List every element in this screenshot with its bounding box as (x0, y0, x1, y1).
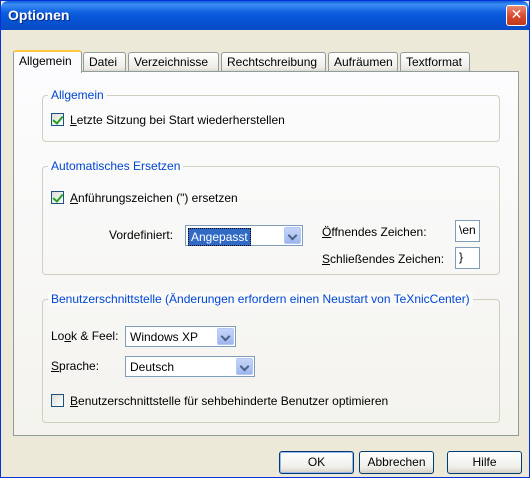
language-label: Sprache: (51, 359, 100, 373)
opening-char-label: Öffnendes Zeichen: (322, 225, 427, 239)
tab-aufraeumen[interactable]: Aufräumen (328, 52, 398, 72)
restore-session-checkbox[interactable] (51, 113, 64, 126)
chevron-down-icon[interactable] (217, 328, 234, 345)
group-auto-replace: Automatisches Ersetzen Anführungszeichen… (42, 159, 500, 275)
ok-button[interactable]: OK (279, 451, 354, 474)
group-user-interface-title: Benutzerschnittstelle (Änderungen erford… (48, 292, 473, 306)
accessibility-checkbox[interactable] (51, 394, 64, 407)
tab-textformat[interactable]: Textformat (400, 52, 470, 72)
title-bar[interactable]: Optionen ✕ (1, 1, 529, 30)
chevron-down-icon[interactable] (236, 358, 253, 375)
chevron-down-icon[interactable] (284, 227, 301, 244)
replace-quotes-label[interactable]: Anführungszeichen (") ersetzen (70, 191, 238, 205)
tab-allgemein[interactable]: Allgemein (13, 50, 82, 73)
accessibility-label[interactable]: Benutzerschnittstelle für sehbehinderte … (70, 394, 388, 408)
tab-verzeichnisse[interactable]: Verzeichnisse (128, 52, 219, 72)
predefined-value: Angepasst (188, 228, 251, 246)
window-title: Optionen (8, 7, 70, 23)
restore-session-label[interactable]: Letzte Sitzung bei Start wiederherstelle… (70, 113, 285, 127)
closing-char-input[interactable]: } (455, 247, 480, 269)
dialog-client: Allgemein Datei Verzeichnisse Rechtschre… (4, 30, 526, 475)
close-icon: ✕ (510, 7, 523, 23)
cancel-button[interactable]: Abbrechen (359, 451, 434, 474)
language-value: Deutsch (130, 360, 175, 374)
predefined-label: Vordefiniert: (109, 228, 174, 242)
close-button[interactable]: ✕ (506, 5, 527, 26)
tab-panel-allgemein: Allgemein Letzte Sitzung bei Start wiede… (13, 71, 519, 436)
closing-char-label: Schließendes Zeichen: (322, 252, 445, 266)
predefined-select[interactable]: Angepasst (185, 225, 303, 246)
tab-rechtschreibung[interactable]: Rechtschreibung (221, 52, 326, 72)
look-feel-label: Look & Feel: (51, 329, 119, 343)
tab-datei[interactable]: Datei (83, 52, 126, 72)
look-feel-value: Windows XP (130, 330, 199, 344)
language-select[interactable]: Deutsch (125, 356, 255, 377)
opening-char-input[interactable]: \en (455, 220, 480, 242)
look-feel-select[interactable]: Windows XP (125, 326, 236, 347)
options-dialog: Optionen ✕ Allgemein Datei Verzeichnisse… (0, 0, 530, 478)
group-general-title: Allgemein (48, 88, 107, 102)
group-auto-replace-title: Automatisches Ersetzen (48, 159, 184, 173)
help-button[interactable]: Hilfe (447, 451, 522, 474)
group-user-interface: Benutzerschnittstelle (Änderungen erford… (42, 292, 500, 423)
replace-quotes-checkbox[interactable] (51, 191, 64, 204)
group-general: Allgemein Letzte Sitzung bei Start wiede… (42, 88, 500, 142)
